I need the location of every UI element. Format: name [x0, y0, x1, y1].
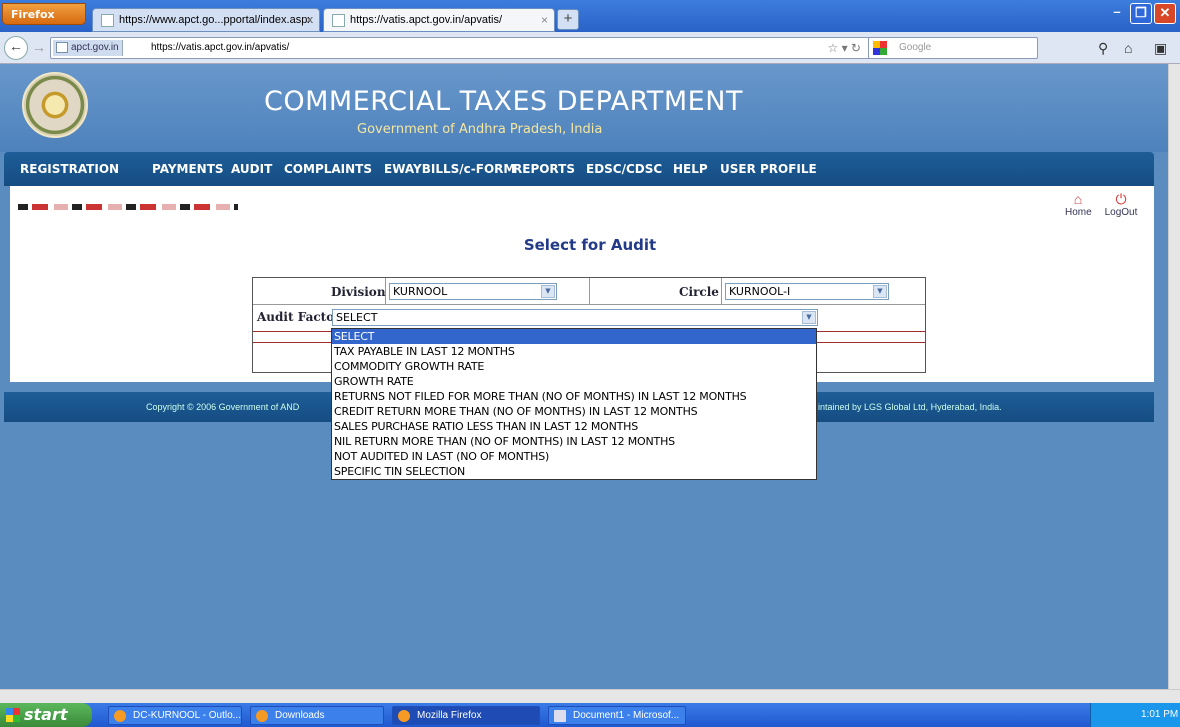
menu-audit[interactable]: AUDIT	[231, 162, 272, 176]
page-title: Select for Audit	[523, 236, 657, 254]
tab-vatis[interactable]: https://vatis.apct.gov.in/apvatis/ ×	[323, 8, 555, 32]
menu-user-profile[interactable]: USER PROFILE	[720, 162, 817, 176]
circle-select[interactable]: KURNOOL-I ▼	[725, 283, 889, 300]
chevron-down-icon[interactable]: ▼	[873, 285, 887, 298]
logout-link[interactable]: ⏻ LogOut	[1100, 192, 1142, 218]
home-icon: ⌂	[1073, 191, 1083, 207]
back-arrow-icon[interactable]: ←	[4, 36, 28, 60]
dropdown-option[interactable]: SALES PURCHASE RATIO LESS THAN IN LAST 1…	[332, 419, 816, 434]
site-header: COMMERCIAL TAXES DEPARTMENT Government o…	[0, 64, 1168, 152]
search-box[interactable]: Google	[868, 37, 1038, 59]
tab-apct-portal[interactable]: https://www.apct.go...pportal/index.aspx…	[92, 8, 320, 32]
dropdown-option[interactable]: SPECIFIC TIN SELECTION	[332, 464, 816, 479]
vertical-scrollbar[interactable]	[1168, 64, 1180, 689]
horizontal-scrollbar[interactable]	[0, 689, 1180, 703]
menu-edsc-cdsc[interactable]: EDSC/CDSC	[586, 162, 662, 176]
browser-titlebar: Firefox https://www.apct.go...pportal/in…	[0, 0, 1180, 32]
page-icon	[56, 42, 68, 53]
chevron-down-icon[interactable]: ▼	[802, 311, 816, 324]
window-controls: – ❐ ✕	[1106, 3, 1176, 24]
dropdown-option[interactable]: COMMODITY GROWTH RATE	[332, 359, 816, 374]
taskbar-item-outlook[interactable]: DC-KURNOOL - Outlo...	[108, 706, 242, 725]
site-identity-badge[interactable]: apct.gov.in	[53, 40, 123, 56]
page-icon	[101, 14, 114, 27]
url-bar[interactable]: apct.gov.in https://vatis.apct.gov.in/ap…	[50, 37, 950, 59]
page-icon	[332, 14, 345, 27]
new-tab-button[interactable]: +	[557, 9, 579, 30]
bookmark-star-icon[interactable]: ☆ ▾ ↻	[827, 41, 861, 55]
dropdown-option[interactable]: RETURNS NOT FILED FOR MORE THAN (NO OF M…	[332, 389, 816, 404]
taskbar-item-firefox[interactable]: Mozilla Firefox	[392, 706, 540, 725]
search-icon[interactable]: ⚲	[1098, 40, 1108, 57]
dropdown-option[interactable]: CREDIT RETURN MORE THAN (NO OF MONTHS) I…	[332, 404, 816, 419]
maintained-by-text: intained by LGS Global Ltd, Hyderabad, I…	[818, 402, 1002, 412]
department-subtitle: Government of Andhra Pradesh, India	[357, 122, 603, 137]
url-text[interactable]: https://vatis.apct.gov.in/apvatis/	[151, 42, 289, 53]
audit-factor-select[interactable]: SELECT ▼	[332, 309, 818, 326]
minimize-icon[interactable]: –	[1106, 3, 1128, 24]
audit-factor-dropdown-list: SELECT TAX PAYABLE IN LAST 12 MONTHS COM…	[331, 328, 817, 480]
app-icon	[256, 710, 268, 722]
clock: 1:01 PM	[1141, 709, 1179, 720]
close-window-icon[interactable]: ✕	[1154, 3, 1176, 24]
taskbar-item-document[interactable]: Document1 - Microsof...	[548, 706, 686, 725]
tab-title: https://vatis.apct.gov.in/apvatis/	[350, 14, 503, 26]
circle-label: Circle	[679, 285, 719, 299]
menu-help[interactable]: HELP	[673, 162, 708, 176]
windows-taskbar: start DC-KURNOOL - Outlo... Downloads Mo…	[0, 703, 1180, 727]
app-icon	[114, 710, 126, 722]
audit-factor-label: Audit Factor	[257, 310, 341, 324]
department-title: COMMERCIAL TAXES DEPARTMENT	[264, 86, 743, 117]
app-icon	[554, 710, 566, 722]
bookmarks-icon[interactable]: ▣	[1154, 40, 1167, 57]
tab-title: https://www.apct.go...pportal/index.aspx	[119, 14, 313, 26]
division-select[interactable]: KURNOOL ▼	[389, 283, 557, 300]
close-tab-icon[interactable]: ×	[541, 13, 548, 27]
chevron-down-icon[interactable]: ▼	[541, 285, 555, 298]
system-tray: 1:01 PM	[1090, 703, 1180, 727]
dropdown-option[interactable]: SELECT	[332, 329, 816, 344]
dropdown-option[interactable]: NIL RETURN MORE THAN (NO OF MONTHS) IN L…	[332, 434, 816, 449]
close-tab-icon[interactable]: ×	[306, 13, 313, 27]
user-name-redacted	[18, 204, 238, 210]
start-button[interactable]: start	[0, 703, 92, 727]
menu-registration[interactable]: REGISTRATION	[20, 162, 119, 176]
restore-icon[interactable]: ❐	[1130, 3, 1152, 24]
app-icon	[398, 710, 410, 722]
taskbar-item-downloads[interactable]: Downloads	[250, 706, 384, 725]
dropdown-option[interactable]: NOT AUDITED IN LAST (NO OF MONTHS)	[332, 449, 816, 464]
windows-logo-icon	[6, 708, 20, 722]
home-link[interactable]: ⌂ Home	[1065, 191, 1092, 218]
firefox-menu-button[interactable]: Firefox	[2, 3, 86, 25]
dropdown-option[interactable]: GROWTH RATE	[332, 374, 816, 389]
menu-reports[interactable]: REPORTS	[513, 162, 575, 176]
division-label: Division	[331, 285, 386, 299]
power-icon: ⏻	[1115, 191, 1127, 207]
menu-payments[interactable]: PAYMENTS	[152, 162, 224, 176]
copyright-text: Copyright © 2006 Government of AND	[146, 402, 300, 412]
main-menu: REGISTRATION PAYMENTS AUDIT COMPLAINTS E…	[4, 152, 1154, 186]
google-icon	[873, 41, 887, 55]
forward-arrow-icon[interactable]: →	[28, 38, 50, 58]
dropdown-option[interactable]: TAX PAYABLE IN LAST 12 MONTHS	[332, 344, 816, 359]
home-icon[interactable]: ⌂	[1124, 40, 1132, 56]
division-circle-row: Division KURNOOL ▼ Circle KURNOOL-I ▼	[253, 278, 925, 305]
state-emblem-logo	[22, 72, 88, 138]
navigation-toolbar: ← → apct.gov.in https://vatis.apct.gov.i…	[0, 32, 1180, 64]
menu-ewaybills[interactable]: EWAYBILLS/c-FORM	[384, 162, 515, 176]
menu-complaints[interactable]: COMPLAINTS	[284, 162, 372, 176]
search-placeholder: Google	[899, 42, 932, 53]
